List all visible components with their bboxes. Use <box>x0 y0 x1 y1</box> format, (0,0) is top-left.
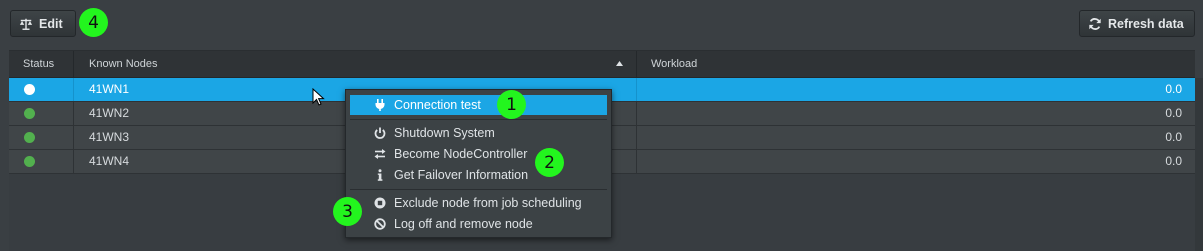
column-header-known-nodes-label: Known Nodes <box>89 58 158 70</box>
menu-item-exclude-node[interactable]: Exclude node from job scheduling <box>350 193 607 213</box>
ban-icon <box>374 218 386 230</box>
workload-value: 0.0 <box>1165 130 1182 144</box>
edit-button[interactable]: Edit <box>10 10 76 37</box>
stop-circle-icon <box>374 197 386 209</box>
annotation-badge-1: 1 <box>497 90 526 119</box>
power-icon <box>374 127 386 139</box>
plug-icon <box>375 99 385 111</box>
grid-scrollbar[interactable] <box>1195 78 1203 251</box>
swap-arrows-icon <box>374 149 386 159</box>
annotation-badge-2: 2 <box>535 148 564 177</box>
status-dot <box>24 84 35 95</box>
workload-value: 0.0 <box>1165 82 1182 96</box>
menu-item-label: Exclude node from job scheduling <box>394 196 582 210</box>
status-dot <box>24 156 35 167</box>
column-header-status[interactable]: Status <box>9 51 74 77</box>
menu-item-connection-test[interactable]: Connection test <box>350 95 607 115</box>
edit-button-label: Edit <box>39 16 63 31</box>
annotation-badge-3: 3 <box>333 197 362 226</box>
mouse-pointer-icon <box>312 88 325 106</box>
node-context-menu: Connection test Shutdown System Become N… <box>345 89 612 238</box>
menu-separator <box>350 119 607 120</box>
menu-item-label: Connection test <box>394 98 481 112</box>
balance-scale-icon <box>19 18 33 30</box>
workload-value: 0.0 <box>1165 154 1182 168</box>
sort-ascending-icon <box>616 61 623 66</box>
menu-item-label: Become NodeController <box>394 147 528 161</box>
menu-item-label: Get Failover Information <box>394 168 529 182</box>
menu-item-label: Shutdown System <box>394 126 495 140</box>
annotation-badge-4: 4 <box>79 8 108 37</box>
workload-value: 0.0 <box>1165 106 1182 120</box>
column-header-workload[interactable]: Workload <box>637 51 1195 77</box>
menu-item-get-failover-information[interactable]: Get Failover Information <box>350 165 607 185</box>
refresh-icon <box>1089 17 1101 30</box>
menu-item-become-nodecontroller[interactable]: Become NodeController <box>350 144 607 164</box>
info-icon <box>377 169 383 181</box>
menu-item-log-off-remove-node[interactable]: Log off and remove node <box>350 214 607 234</box>
status-dot <box>24 132 35 143</box>
menu-separator <box>350 189 607 190</box>
refresh-data-label: Refresh data <box>1108 16 1184 31</box>
menu-item-shutdown-system[interactable]: Shutdown System <box>350 123 607 143</box>
status-dot <box>24 108 35 119</box>
menu-item-label: Log off and remove node <box>394 217 533 231</box>
refresh-data-button[interactable]: Refresh data <box>1079 10 1195 37</box>
grid-header: Status Known Nodes Workload <box>9 51 1195 78</box>
column-header-known-nodes[interactable]: Known Nodes <box>74 51 637 77</box>
